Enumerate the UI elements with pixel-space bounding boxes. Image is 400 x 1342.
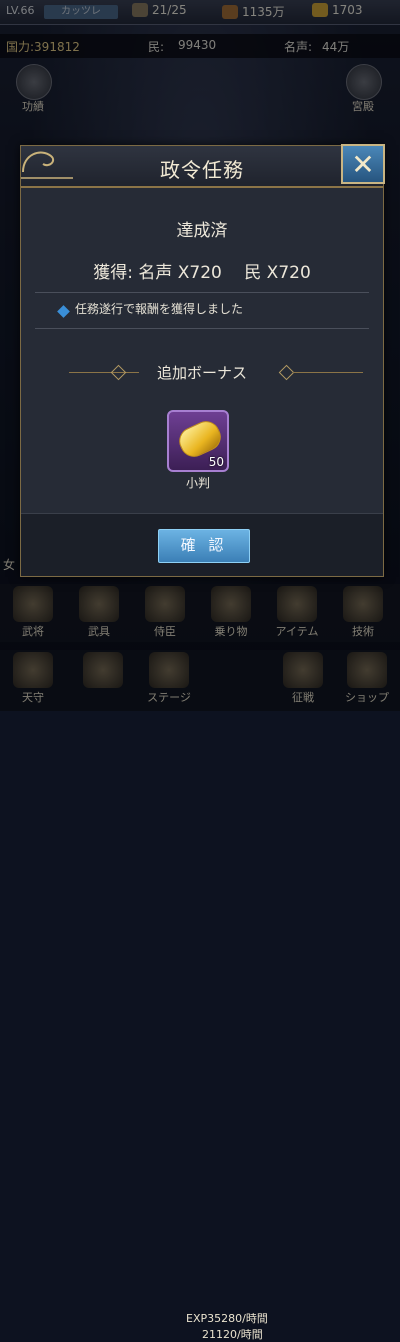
item-name: 小判 <box>185 476 210 490</box>
close-icon: ✕ <box>351 147 375 181</box>
reward-note: 任務遂行で報酬を獲得しました <box>75 302 244 316</box>
divider <box>35 292 369 293</box>
dialog-header: 政令任務 ✕ <box>21 144 385 188</box>
mission-status: 達成済 <box>176 221 228 241</box>
item-count: 50 <box>208 455 224 469</box>
exp-rate: EXP35280/時間 <box>186 1312 268 1325</box>
ornament-line-right <box>293 372 363 373</box>
close-button[interactable]: ✕ <box>341 144 385 184</box>
confirm-button[interactable]: 確 認 <box>158 529 250 563</box>
reward-summary: 獲得: 名声 X720 民 X720 <box>93 263 311 283</box>
dialog-title: 政令任務 <box>160 158 244 182</box>
bullet-diamond-icon <box>57 305 70 318</box>
bonus-item-slot[interactable]: 50 <box>167 410 229 472</box>
dialog-footer: 確 認 <box>21 513 383 576</box>
decree-mission-dialog: 政令任務 ✕ 達成済 獲得: 名声 X720 民 X720 任務遂行で報酬を獲得… <box>20 144 385 577</box>
divider <box>35 328 369 329</box>
silver-rate: 21120/時間 <box>202 1328 263 1341</box>
